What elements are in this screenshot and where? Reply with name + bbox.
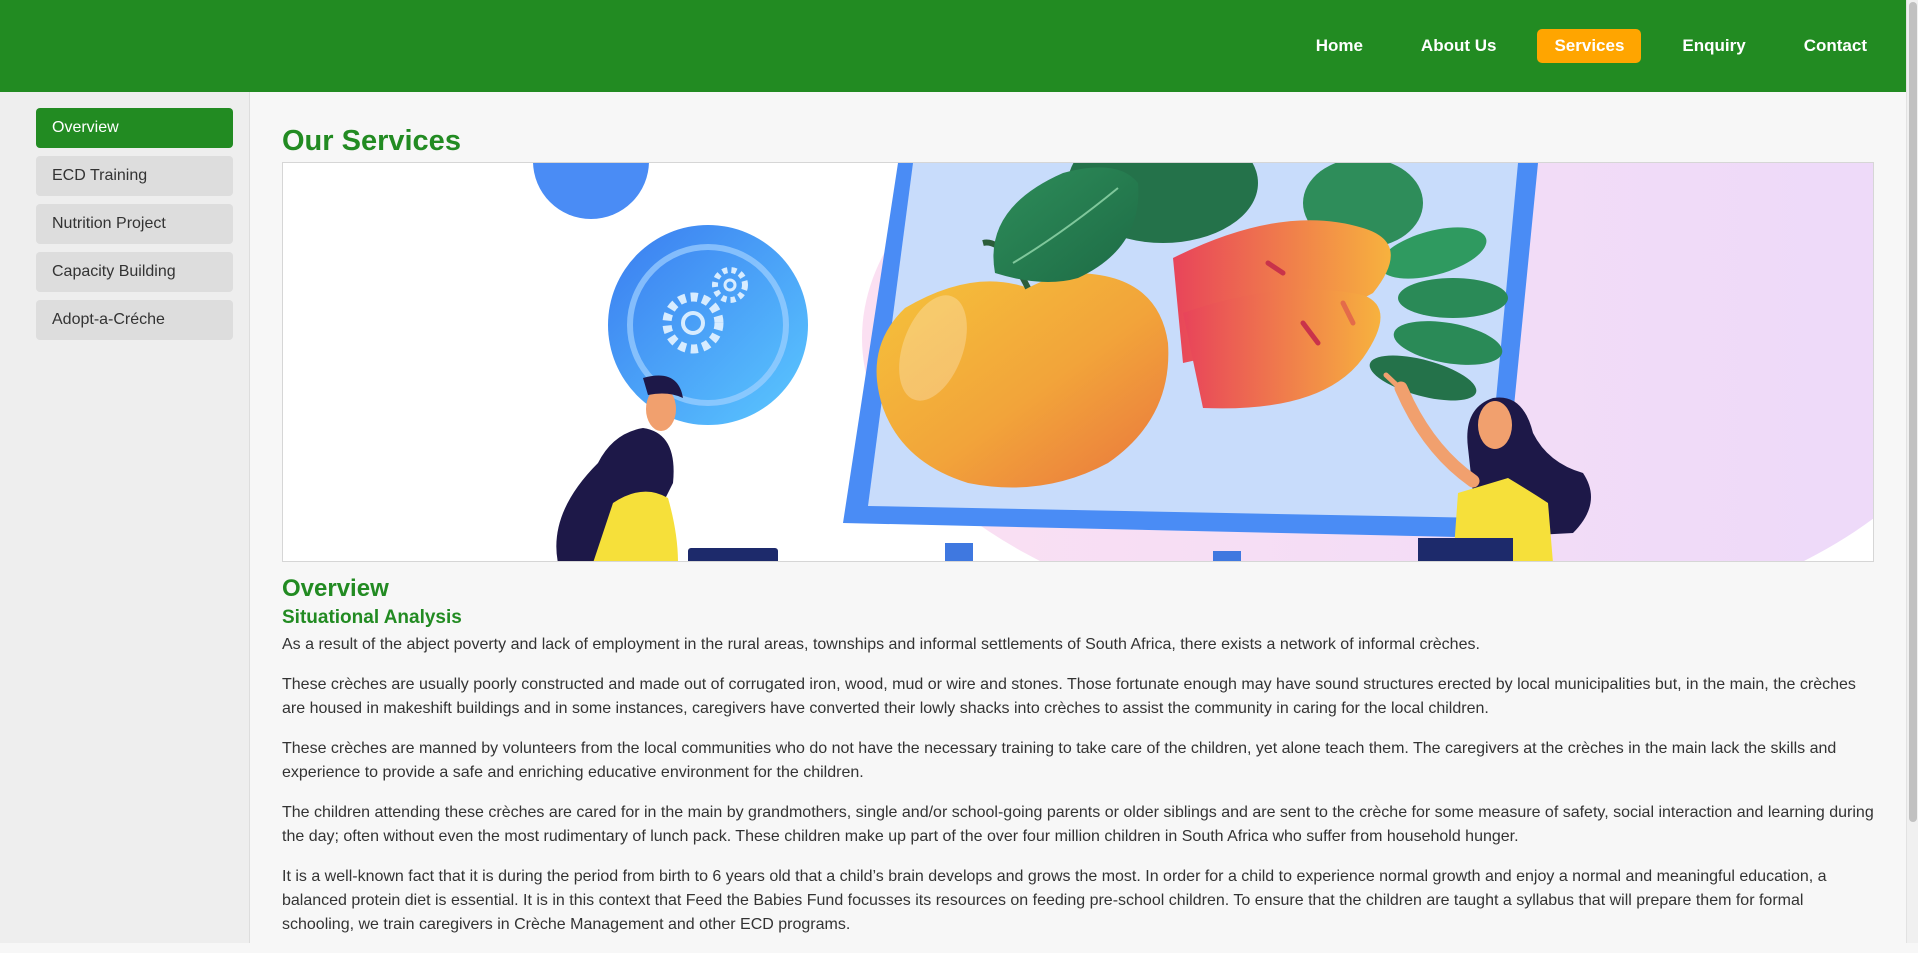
- sidebar-item-adopt-a-creche[interactable]: Adopt-a-Créche: [36, 300, 233, 340]
- services-sidebar: Overview ECD Training Nutrition Project …: [0, 92, 250, 943]
- top-header: Home About Us Services Enquiry Contact: [0, 0, 1906, 92]
- sidebar-item-ecd-training[interactable]: ECD Training: [36, 156, 233, 196]
- nav-enquiry[interactable]: Enquiry: [1665, 29, 1762, 63]
- paragraph-4: The children attending these crèches are…: [282, 804, 1874, 846]
- paragraph-1: As a result of the abject poverty and la…: [282, 636, 1480, 654]
- main-nav: Home About Us Services Enquiry Contact: [1299, 29, 1884, 63]
- paragraph-3: These crèches are manned by volunteers f…: [282, 740, 1837, 782]
- sidebar-item-nutrition-project[interactable]: Nutrition Project: [36, 204, 233, 244]
- services-banner: [282, 162, 1874, 562]
- banner-illustration: [533, 163, 1873, 561]
- nav-contact[interactable]: Contact: [1787, 29, 1884, 63]
- sidebar-item-capacity-building[interactable]: Capacity Building: [36, 252, 233, 292]
- main-content: Our Services Overview Situational Analys…: [282, 92, 1874, 953]
- nav-about-us[interactable]: About Us: [1404, 29, 1514, 63]
- page-scrollbar[interactable]: [1906, 0, 1918, 943]
- paragraph-5: It is a well-known fact that it is durin…: [282, 868, 1827, 934]
- section-title-overview: Overview: [282, 575, 389, 602]
- gears-icon: [608, 225, 808, 425]
- sidebar-item-overview[interactable]: Overview: [36, 108, 233, 148]
- page-title: Our Services: [282, 125, 461, 157]
- nav-services[interactable]: Services: [1537, 29, 1642, 63]
- paragraph-2: These crèches are usually poorly constru…: [282, 676, 1856, 718]
- subsection-title-situational-analysis: Situational Analysis: [282, 607, 462, 629]
- nav-home[interactable]: Home: [1299, 29, 1380, 63]
- scrollbar-thumb[interactable]: [1909, 2, 1917, 822]
